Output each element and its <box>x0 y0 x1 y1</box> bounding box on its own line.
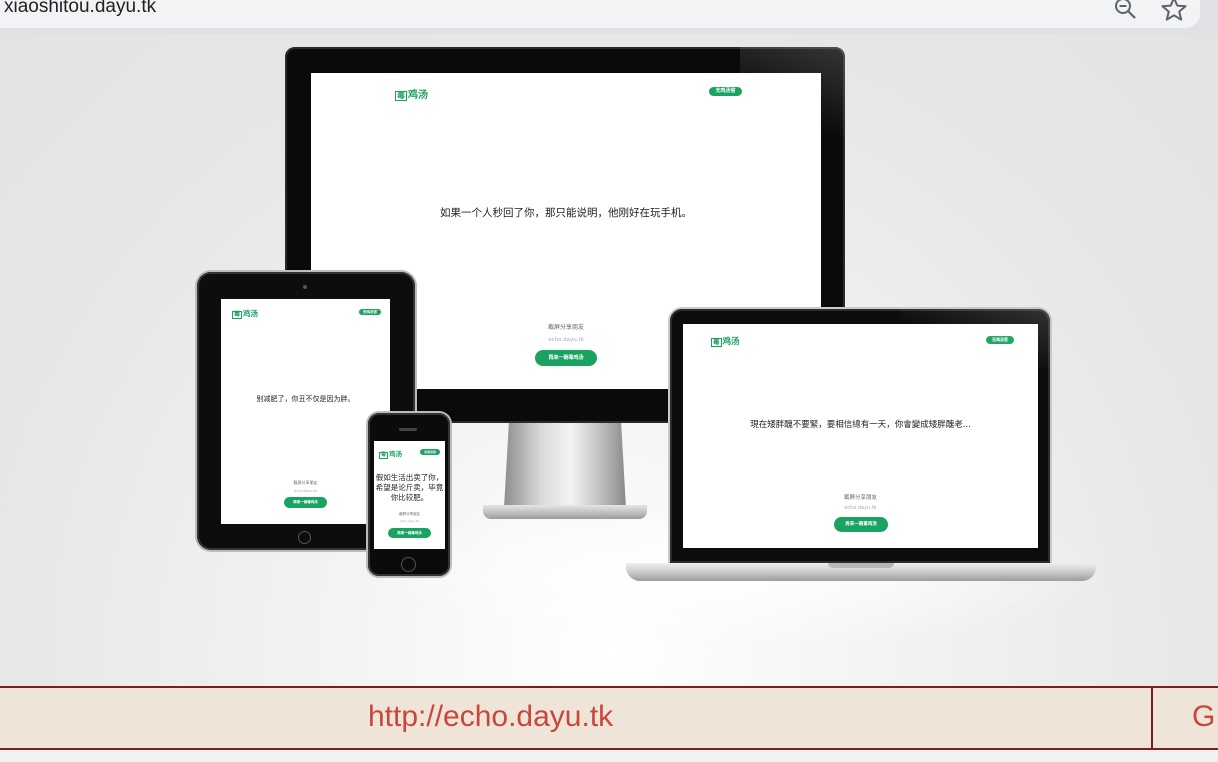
tablet-home-button[interactable] <box>298 531 311 544</box>
zoom-out-icon[interactable] <box>1113 0 1139 22</box>
monitor-stand-base <box>483 505 647 519</box>
monitor-cta-button[interactable]: 再来一碗毒鸡汤 <box>535 350 597 366</box>
next-cell-text[interactable]: G <box>1192 700 1215 734</box>
address-bar[interactable]: xiaoshitou.dayu.tk <box>0 0 1200 28</box>
tablet-share-text: 截屏分享朋友 <box>293 480 318 485</box>
laptop-domain: echo.dayu.tk <box>844 505 877 511</box>
laptop-gloss <box>900 309 1050 369</box>
browser-toolbar: xiaoshitou.dayu.tk <box>0 0 1218 34</box>
logo-mark-icon: 毒 <box>379 452 389 459</box>
laptop-share-text: 截屏分享朋友 <box>843 495 877 501</box>
tablet-cta-button[interactable]: 再来一碗毒鸡汤 <box>284 497 327 508</box>
phone-header-button[interactable]: 无鸡汤官 <box>420 449 440 455</box>
phone-speaker <box>399 428 417 431</box>
monitor-header-button[interactable]: 无鸡汤官 <box>709 87 742 96</box>
page-bottom-strip <box>0 750 1218 762</box>
phone-quote-line-3: 你比较肥。 <box>390 493 429 502</box>
logo-mark-icon: 毒 <box>711 338 722 347</box>
tablet-domain: echo.dayu.tk <box>294 489 317 493</box>
laptop-logo: 毒鸡汤 <box>711 337 740 347</box>
laptop-cta-button[interactable]: 再来一碗毒鸡汤 <box>834 517 888 532</box>
phone-share-text: 截屏分享朋友 <box>399 512 420 516</box>
phone-quote-line-2: 希望是论斤卖，毕竟 <box>375 483 444 492</box>
echo-site-link[interactable]: http://echo.dayu.tk <box>368 700 613 734</box>
laptop-quote: 現在矮胖醜不要緊，要相信總有一天，你會變成矮胖醜老... <box>750 420 971 430</box>
tablet-camera <box>303 285 307 289</box>
monitor-gloss <box>740 47 845 167</box>
link-table-divider <box>1151 686 1153 750</box>
phone-home-button[interactable] <box>401 557 416 572</box>
star-icon[interactable] <box>1160 0 1188 22</box>
tablet-quote: 别减肥了，你丑不仅是因为胖。 <box>256 395 355 403</box>
logo-mark-icon: 毒 <box>395 91 407 101</box>
monitor-logo: 毒鸡汤 <box>395 90 428 101</box>
laptop-notch <box>828 563 894 568</box>
monitor-quote: 如果一个人秒回了你，那只能说明，他刚好在玩手机。 <box>440 207 692 219</box>
phone-quote-line-1: 假如生活出卖了你， <box>375 473 444 482</box>
monitor-stand-neck <box>504 423 626 508</box>
phone-domain: echo.dayu.tk <box>399 519 420 523</box>
logo-mark-icon: 毒 <box>232 311 243 319</box>
phone-cta-button[interactable]: 再来一碗毒鸡汤 <box>388 528 431 538</box>
phone-logo: 毒鸡汤 <box>379 450 403 459</box>
tablet-logo: 毒鸡汤 <box>232 309 259 319</box>
address-bar-url[interactable]: xiaoshitou.dayu.tk <box>4 0 156 18</box>
tablet-header-button[interactable]: 无鸡汤官 <box>359 309 381 315</box>
tablet-screen: 毒鸡汤 无鸡汤官 别减肥了，你丑不仅是因为胖。 截屏分享朋友 echo.dayu… <box>221 299 390 524</box>
phone-screen: 毒鸡汤 无鸡汤官 假如生活出卖了你， 希望是论斤卖，毕竟 你比较肥。 截屏分享朋… <box>374 441 445 549</box>
